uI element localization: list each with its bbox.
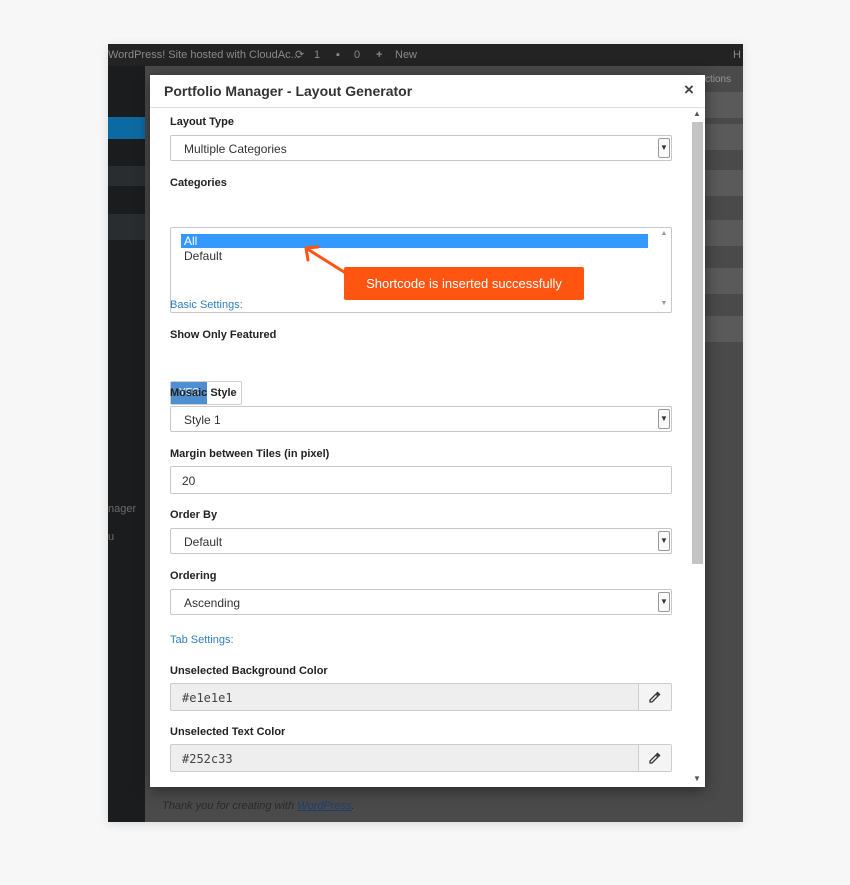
- background-row: [705, 220, 743, 246]
- updates-count[interactable]: 1: [314, 44, 320, 66]
- unselected-bg-color-input[interactable]: #e1e1e1: [170, 683, 672, 711]
- unselected-text-color-label: Unselected Text Color: [170, 726, 286, 738]
- ordering-value: Ascending: [184, 596, 241, 610]
- footer-suffix: .: [351, 800, 355, 812]
- margin-tiles-input[interactable]: 20: [170, 466, 672, 494]
- sidebar-item[interactable]: [108, 166, 145, 186]
- category-option-default[interactable]: Default: [181, 249, 648, 263]
- order-by-value: Default: [184, 535, 223, 549]
- layout-generator-modal: Portfolio Manager - Layout Generator × L…: [150, 75, 705, 787]
- wp-admin-sidebar: nager u: [108, 66, 145, 822]
- basic-settings-heading: Basic Settings:: [170, 299, 243, 311]
- modal-header: Portfolio Manager - Layout Generator ×: [150, 75, 705, 108]
- mosaic-style-select[interactable]: Style 1 ▼: [170, 406, 672, 432]
- modal-scrollbar[interactable]: ▲ ▼: [690, 108, 704, 787]
- chevron-down-icon[interactable]: ▼: [658, 138, 670, 158]
- howdy-fragment[interactable]: H: [733, 44, 741, 66]
- tab-settings-heading: Tab Settings:: [170, 634, 234, 646]
- layout-type-value: Multiple Categories: [184, 142, 287, 156]
- category-option-all[interactable]: All: [181, 234, 648, 248]
- comments-icon[interactable]: ▪: [336, 44, 340, 66]
- mosaic-style-label: Mosaic Style: [170, 387, 237, 399]
- unselected-bg-color-value: #e1e1e1: [182, 691, 233, 705]
- admin-bar-site-name[interactable]: WordPress! Site hosted with CloudAc...: [108, 44, 300, 66]
- layout-type-select[interactable]: Multiple Categories ▼: [170, 135, 672, 161]
- unselected-text-color-value: #252c33: [182, 752, 233, 766]
- modal-body: Layout Type Multiple Categories ▼ Catego…: [150, 108, 705, 787]
- background-row: [705, 316, 743, 342]
- scrollbar-thumb[interactable]: [692, 122, 703, 564]
- chevron-down-icon[interactable]: ▼: [658, 531, 670, 551]
- ordering-label: Ordering: [170, 570, 217, 582]
- callout-arrow-icon: [304, 245, 346, 274]
- categories-label: Categories: [170, 177, 227, 189]
- ordering-select[interactable]: Ascending ▼: [170, 589, 672, 615]
- chevron-down-icon[interactable]: ▼: [659, 300, 669, 307]
- new-content-link[interactable]: New: [395, 44, 417, 66]
- background-row: [705, 92, 743, 118]
- category-option-label: All: [184, 234, 198, 248]
- footer-wordpress-link[interactable]: WordPress: [297, 800, 351, 812]
- footer-prefix: Thank you for creating with: [162, 800, 298, 812]
- sidebar-item[interactable]: [108, 214, 145, 240]
- comments-count[interactable]: 0: [354, 44, 360, 66]
- sidebar-active-item[interactable]: [108, 117, 145, 139]
- admin-bar: WordPress! Site hosted with CloudAc... ⟳…: [108, 44, 743, 66]
- sidebar-item-label[interactable]: u: [108, 531, 114, 543]
- category-option-label: Default: [184, 249, 223, 263]
- layout-type-label: Layout Type: [170, 116, 234, 128]
- eyedropper-icon[interactable]: [638, 745, 671, 771]
- close-icon[interactable]: ×: [681, 80, 697, 100]
- mosaic-style-value: Style 1: [184, 413, 221, 427]
- chevron-up-icon[interactable]: ▲: [690, 109, 704, 118]
- categories-scrollbar[interactable]: ▲ ▼: [659, 230, 669, 310]
- chevron-down-icon[interactable]: ▼: [690, 774, 704, 783]
- chevron-up-icon[interactable]: ▲: [659, 230, 669, 237]
- footer-thanks-text: Thank you for creating with WordPress.: [162, 800, 355, 812]
- margin-tiles-value: 20: [182, 474, 196, 488]
- success-callout: Shortcode is inserted successfully: [344, 267, 584, 300]
- background-row: [705, 268, 743, 294]
- order-by-select[interactable]: Default ▼: [170, 528, 672, 554]
- unselected-bg-color-label: Unselected Background Color: [170, 665, 328, 677]
- chevron-down-icon[interactable]: ▼: [658, 592, 670, 612]
- margin-tiles-label: Margin between Tiles (in pixel): [170, 448, 330, 460]
- sidebar-item-label[interactable]: nager: [108, 503, 136, 515]
- updates-icon[interactable]: ⟳: [295, 44, 304, 66]
- unselected-text-color-input[interactable]: #252c33: [170, 744, 672, 772]
- show-only-featured-label: Show Only Featured: [170, 329, 277, 341]
- plus-icon[interactable]: +: [376, 44, 382, 66]
- background-row: [705, 124, 743, 150]
- modal-title: Portfolio Manager - Layout Generator: [164, 83, 413, 99]
- chevron-down-icon[interactable]: ▼: [658, 409, 670, 429]
- order-by-label: Order By: [170, 509, 218, 521]
- eyedropper-icon[interactable]: [638, 684, 671, 710]
- screen-options-fragment[interactable]: ctions: [705, 74, 731, 85]
- background-row: [705, 170, 743, 196]
